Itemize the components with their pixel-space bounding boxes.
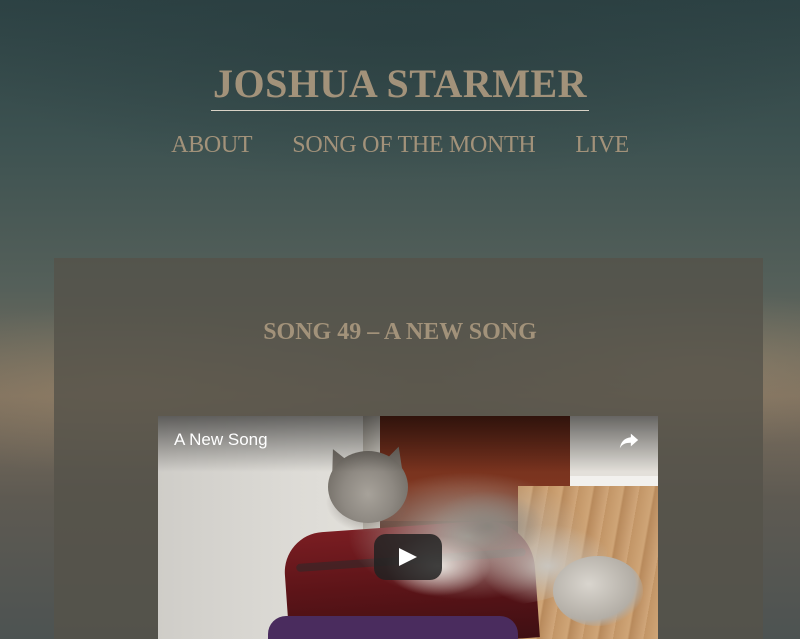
nav-item-live[interactable]: LIVE xyxy=(575,130,629,160)
share-arrow-glyph xyxy=(619,433,639,449)
post-title: SONG 49 – A NEW SONG xyxy=(263,319,537,345)
site-title-heading: JOSHUA STARMER xyxy=(0,62,800,111)
video-thumbnail-cat-tail xyxy=(553,556,643,626)
video-player[interactable]: A New Song xyxy=(158,416,658,639)
main-nav: ABOUT SONG OF THE MONTH LIVE xyxy=(0,130,800,160)
play-button[interactable] xyxy=(374,534,442,580)
share-icon[interactable] xyxy=(618,429,640,451)
video-thumbnail-blanket-bottom xyxy=(268,616,518,639)
site-header: JOSHUA STARMER ABOUT SONG OF THE MONTH L… xyxy=(0,0,800,200)
video-title-link[interactable]: A New Song xyxy=(174,429,268,451)
play-icon xyxy=(399,548,417,566)
nav-item-about[interactable]: ABOUT xyxy=(171,130,252,160)
nav-item-song-of-the-month[interactable]: SONG OF THE MONTH xyxy=(292,130,535,160)
site-title-link[interactable]: JOSHUA STARMER xyxy=(210,62,590,111)
